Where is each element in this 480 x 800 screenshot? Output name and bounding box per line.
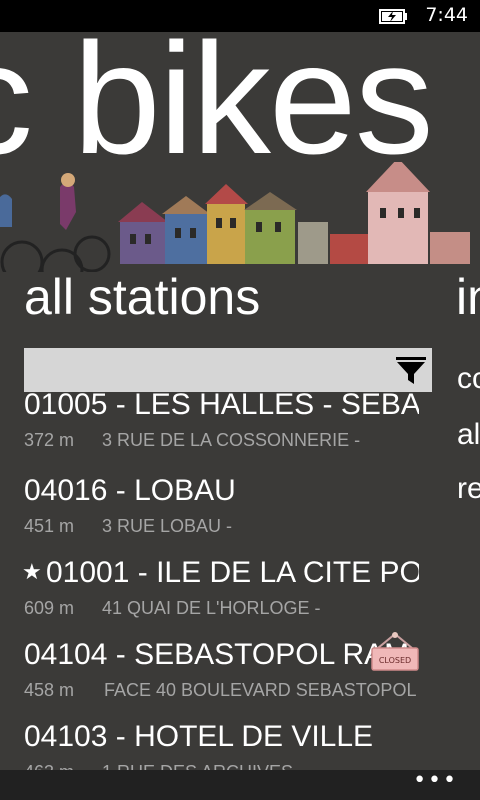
- station-distance: 451 m: [24, 516, 75, 536]
- favorite-star-icon: ★: [22, 560, 42, 585]
- list-item[interactable]: 04104 - SEBASTOPOL RAM 458 m FACE 40 BOU…: [24, 638, 424, 718]
- search-input[interactable]: [24, 348, 384, 392]
- station-name: 04103 - HOTEL DE VILLE: [24, 720, 374, 753]
- station-distance: 609 m: [24, 598, 75, 618]
- station-address: 3 RUE LOBAU -: [102, 516, 233, 536]
- closed-sign-label: CLOSED: [379, 656, 411, 665]
- station-distance: 458 m: [24, 680, 75, 700]
- station-distance: 372 m: [24, 430, 75, 450]
- station-address: 3 RUE DE LA COSSONNERIE -: [102, 430, 361, 450]
- filter-icon[interactable]: [396, 354, 426, 386]
- list-item[interactable]: 04016 - LOBAU 451 m 3 RUE LOBAU -: [24, 474, 424, 554]
- more-options-button[interactable]: •••: [413, 770, 458, 792]
- station-distance: 463 m: [24, 762, 74, 770]
- next-section-preview-line: re: [457, 472, 480, 505]
- list-item[interactable]: 01005 - LES HALLES - SEBAS 372 m 3 RUE D…: [24, 392, 424, 468]
- closed-sign-icon: CLOSED: [371, 632, 419, 671]
- next-section-title[interactable]: in: [456, 272, 480, 322]
- app-bar: •••: [0, 770, 480, 800]
- station-name: 01005 - LES HALLES - SEBAS: [24, 392, 419, 421]
- next-section-preview-line: al: [457, 418, 480, 451]
- station-address: FACE 40 BOULEVARD SEBASTOPOL: [104, 680, 417, 700]
- station-address: 41 QUAI DE L'HORLOGE -: [102, 598, 321, 618]
- station-address: 1 RUE DES ARCHIVES -: [102, 762, 417, 770]
- clock: 7:44: [425, 4, 468, 26]
- search-box[interactable]: [24, 348, 432, 392]
- next-section-preview-line: cc: [457, 362, 480, 395]
- station-name: 04016 - LOBAU: [24, 474, 236, 507]
- station-list[interactable]: 01005 - LES HALLES - SEBAS 372 m 3 RUE D…: [0, 392, 430, 770]
- station-name: 01001 - ILE DE LA CITE PON: [46, 556, 419, 589]
- app-title: c bikes: [0, 32, 434, 187]
- station-name: 04104 - SEBASTOPOL RAM: [24, 638, 410, 671]
- section-title[interactable]: all stations: [24, 272, 260, 322]
- list-item[interactable]: ★ 01001 - ILE DE LA CITE PON 609 m 41 QU…: [22, 556, 424, 636]
- battery-charging-icon: [379, 9, 407, 24]
- list-item[interactable]: 04103 - HOTEL DE VILLE 463 m 1 RUE DES A…: [24, 720, 424, 770]
- status-bar: 7:44: [0, 0, 480, 32]
